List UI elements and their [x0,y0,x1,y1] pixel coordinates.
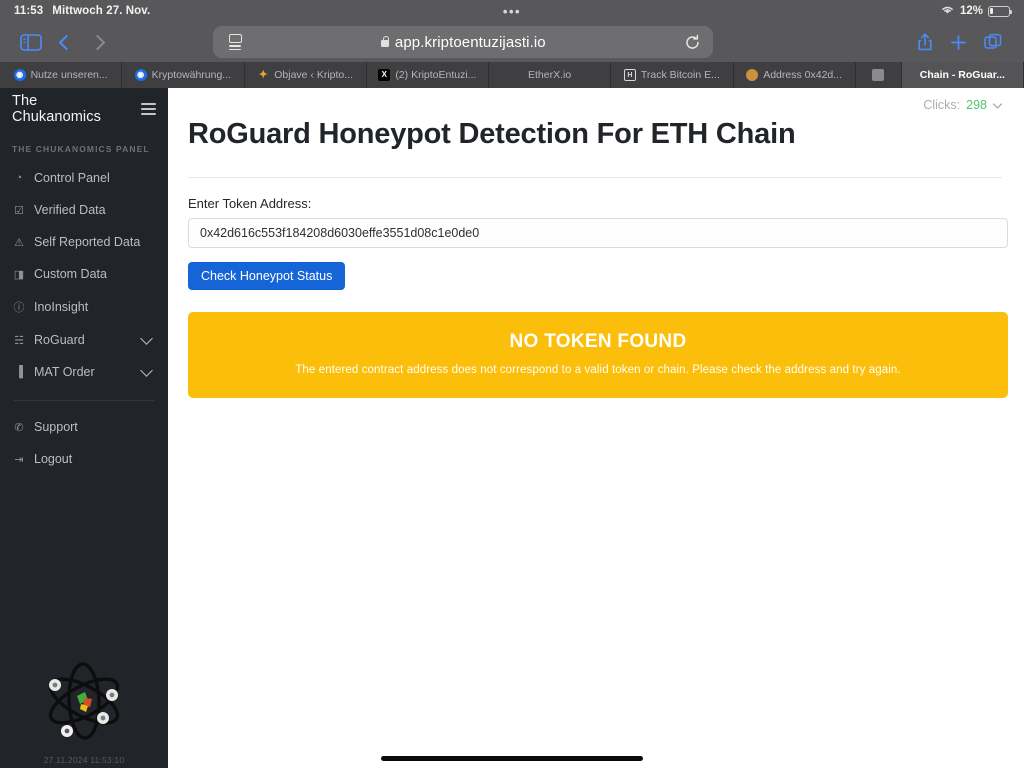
sidebar-item-mat-order[interactable]: ▐ MAT Order [0,356,168,388]
sidebar-item-custom-data[interactable]: ◨ Custom Data [0,258,168,290]
browser-tab[interactable]: X (2) KriptoEntuzi... [367,62,489,88]
shield-users-icon: ☵ [14,334,24,347]
reader-view-icon[interactable] [224,31,246,53]
sidebar-item-inoinsight[interactable]: ⓘ InoInsight [0,290,168,324]
sidebar-item-label: Support [34,420,78,434]
sidebar-footer: 27.11.2024 11:53:10 [0,652,168,768]
chevron-down-icon[interactable] [140,364,153,377]
edit-square-icon: ◨ [13,268,25,281]
title-divider [188,177,1002,178]
sidebar-divider [14,400,154,401]
caret-down-icon[interactable] [992,96,1003,114]
reload-icon[interactable] [682,32,702,52]
tab-label: (2) KriptoEntuzi... [395,69,477,81]
sidebar-item-label: Control Panel [34,171,110,185]
hamburger-menu-icon[interactable] [141,103,156,115]
ios-status-bar: 11:53 Mittwoch 27. Nov. ••• 12% [0,0,1024,22]
blue-circle-icon: ◉ [13,69,26,81]
home-indicator [381,756,643,761]
sidebar-item-logout[interactable]: ⇥ Logout [0,443,168,475]
clicks-counter[interactable]: Clicks: 298 [923,96,1003,114]
brown-circle-icon [746,69,759,81]
warning-triangle-icon: ⚠ [14,236,24,249]
chevron-right-icon [82,27,116,57]
sidebar: The Chukanomics THE CHUKANOMICS PANEL ◔ … [0,88,168,768]
url-text: app.kriptoentuzijasti.io [394,33,546,51]
tab-strip: ◉ Nutze unseren... ◉ Kryptowährung... ✦ … [0,62,1024,88]
token-address-input[interactable] [188,218,1008,248]
small-square-icon [872,69,885,81]
main-content: Clicks: 298 RoGuard Honeypot Detection F… [168,88,1024,768]
browser-tab[interactable]: Address 0x42d... [734,62,856,88]
chevron-left-icon[interactable] [48,27,82,57]
browser-tab[interactable]: ◉ Kryptowährung... [122,62,245,88]
sidebar-item-control-panel[interactable]: ◔ Control Panel [0,162,168,194]
browser-tab[interactable]: EtherX.io [489,62,612,88]
sidebar-item-roguard[interactable]: ☵ RoGuard [0,324,168,356]
check-honeypot-status-button[interactable]: Check Honeypot Status [188,262,346,290]
sidebar-item-label: Logout [34,452,73,466]
sidebar-timestamp: 27.11.2024 11:53:10 [43,755,125,765]
sidebar-item-label: MAT Order [34,365,95,379]
clicks-value: 298 [966,98,987,112]
browser-tab-active[interactable]: Chain - RoGuar... [901,62,1024,88]
bar-chart-icon: ▐ [15,366,23,378]
tab-label: Track Bitcoin E... [640,69,720,81]
sidebar-item-support[interactable]: ✆ Support [0,411,168,443]
chevron-down-icon[interactable] [140,332,153,345]
brand-title: The Chukanomics [12,93,101,125]
info-circle-icon: ⓘ [13,302,25,314]
blue-circle-icon: ◉ [134,69,147,81]
logout-icon: ⇥ [14,453,24,466]
sidebar-section-title: THE CHUKANOMICS PANEL [12,144,150,154]
lock-icon [380,36,390,47]
browser-toolbar: app.kriptoentuzijasti.io [0,22,1024,62]
h-badge-icon: H [623,69,636,81]
browser-tab[interactable]: ✦ Objave ‹ Kripto... [245,62,367,88]
app-header-brand: The Chukanomics [0,88,168,130]
share-icon[interactable] [908,27,942,57]
tab-label: Kryptowährung... [151,69,232,81]
x-logo-icon: X [378,69,391,81]
sidebar-item-label: Verified Data [34,203,106,217]
sidebar-item-verified-data[interactable]: ☑ Verified Data [0,194,168,226]
status-date: Mittwoch 27. Nov. [52,5,151,17]
tab-label: Chain - RoGuar... [919,69,1005,81]
battery-low-icon [988,5,1013,17]
browser-tab[interactable] [856,62,902,88]
sidebar-item-label: InoInsight [34,300,89,314]
sidebar-item-self-reported-data[interactable]: ⚠ Self Reported Data [0,226,168,258]
sidebar-item-label: Self Reported Data [34,235,141,249]
tab-label: EtherX.io [528,69,572,81]
browser-tab[interactable]: H Track Bitcoin E... [611,62,734,88]
app-body: The Chukanomics THE CHUKANOMICS PANEL ◔ … [0,88,1024,768]
token-address-label: Enter Token Address: [188,196,312,211]
dynamic-island-dots: ••• [502,3,522,19]
tab-label: Address 0x42d... [763,69,843,81]
tab-overview-icon[interactable] [976,27,1010,57]
alert-title: NO TOKEN FOUND [509,331,687,352]
clicks-label: Clicks: [923,98,961,112]
no-token-found-alert: NO TOKEN FOUND The entered contract addr… [188,312,1008,398]
tab-label: Objave ‹ Kripto... [274,69,354,81]
sidebar-toggle-icon[interactable] [14,27,48,57]
check-square-icon: ☑ [14,204,24,217]
headset-icon: ✆ [14,421,24,434]
atom-logo-icon [33,652,135,755]
alert-message: The entered contract address does not co… [295,364,901,376]
gauge-icon: ◔ [15,172,23,184]
page-title: RoGuard Honeypot Detection For ETH Chain [188,118,796,150]
battery-percent: 12% [959,5,983,17]
wifi-icon [940,4,955,18]
address-bar[interactable]: app.kriptoentuzijasti.io [213,26,714,58]
plus-icon[interactable] [942,27,976,57]
tab-label: Nutze unseren... [30,69,108,81]
browser-tab[interactable]: ◉ Nutze unseren... [0,62,123,88]
orange-spark-icon: ✦ [258,68,268,81]
sidebar-item-label: RoGuard [34,333,85,347]
status-time: 11:53 [14,5,44,17]
sidebar-item-label: Custom Data [34,267,107,281]
